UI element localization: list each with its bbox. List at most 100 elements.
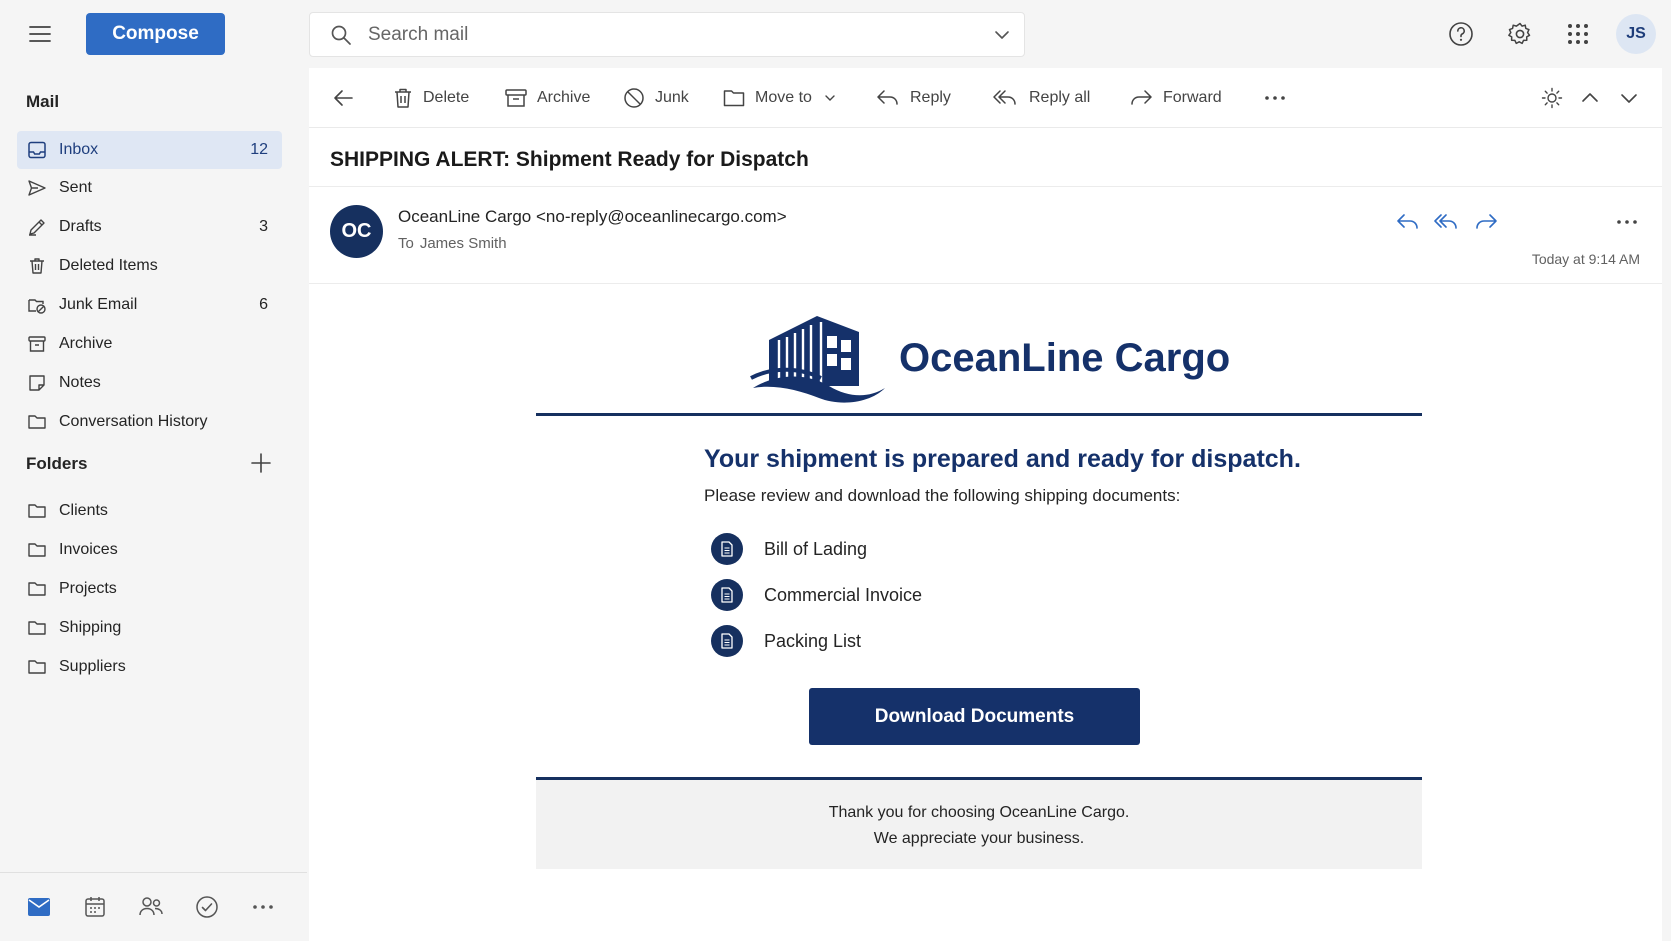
block-icon — [624, 88, 644, 108]
sidebar-folder-shipping[interactable]: Shipping — [17, 609, 282, 647]
send-icon — [28, 180, 46, 196]
folder-icon — [723, 90, 745, 107]
junk-count: 6 — [259, 296, 268, 313]
document-link-packing-list[interactable]: Packing List — [711, 624, 861, 658]
sidebar-item-label: Junk Email — [59, 296, 138, 313]
sidebar-item-label: Sent — [59, 179, 92, 196]
top-bar: Compose JS — [0, 0, 1671, 68]
footer-thanks: Thank you for choosing OceanLine Cargo. — [828, 804, 1130, 821]
sidebar-item-deleted-items[interactable]: Deleted Items — [17, 247, 282, 285]
move-to-button[interactable]: Move to — [723, 82, 836, 114]
user-avatar[interactable]: JS — [1616, 14, 1656, 54]
back-button[interactable] — [332, 82, 354, 114]
sidebar-folder-invoices[interactable]: Invoices — [17, 531, 282, 569]
folder-label: Projects — [59, 580, 117, 597]
archive-label: Archive — [537, 89, 591, 106]
document-link-commercial-invoice[interactable]: Commercial Invoice — [711, 578, 922, 612]
sidebar-item-sent[interactable]: Sent — [17, 169, 282, 207]
recipient-name[interactable]: James Smith — [420, 235, 507, 252]
mail-heading: Mail — [26, 92, 60, 111]
forward-icon — [1131, 90, 1152, 105]
folder-label: Suppliers — [59, 658, 126, 675]
arrow-left-icon — [334, 90, 353, 106]
pencil-icon — [29, 219, 45, 236]
menu-icon[interactable] — [22, 20, 58, 48]
search-icon — [330, 24, 352, 46]
sender-avatar: OC — [330, 205, 383, 258]
folder-label: Invoices — [59, 541, 118, 558]
sidebar-item-notes[interactable]: Notes — [17, 364, 282, 402]
junk-button[interactable]: Junk — [623, 82, 689, 114]
sidebar-item-conversation-history[interactable]: Conversation History — [17, 403, 282, 441]
sidebar-item-inbox[interactable]: Inbox 12 — [17, 131, 282, 169]
reply-icon[interactable] — [1395, 209, 1421, 235]
reply-all-button[interactable]: Reply all — [993, 82, 1090, 114]
folder-icon — [28, 621, 46, 635]
move-to-label: Move to — [755, 89, 812, 106]
chevron-down-icon — [825, 95, 835, 101]
header-rule — [536, 413, 1422, 416]
sidebar-item-archive[interactable]: Archive — [17, 325, 282, 363]
sidebar-item-label: Inbox — [59, 141, 99, 158]
document-label: Commercial Invoice — [764, 584, 923, 605]
sidebar-item-label: Deleted Items — [59, 257, 158, 274]
calendar-icon[interactable] — [81, 893, 109, 921]
sidebar-item-drafts[interactable]: Drafts 3 — [17, 208, 282, 246]
sidebar-folder-clients[interactable]: Clients — [17, 492, 282, 530]
delete-label: Delete — [423, 89, 470, 106]
help-icon[interactable] — [1446, 19, 1476, 49]
reply-button[interactable]: Reply — [876, 82, 951, 114]
bottom-app-bar — [0, 872, 307, 941]
chevron-down-icon[interactable] — [994, 27, 1010, 43]
gear-icon[interactable] — [1505, 19, 1535, 49]
reply-all-icon[interactable] — [1434, 209, 1460, 235]
message-timestamp: Today at 9:14 AM — [1531, 251, 1640, 267]
document-label: Packing List — [764, 630, 862, 651]
chevron-down-icon[interactable] — [1620, 82, 1638, 114]
document-icon — [711, 579, 743, 611]
forward-icon[interactable] — [1473, 209, 1499, 235]
forward-label: Forward — [1163, 89, 1222, 106]
reply-label: Reply — [910, 89, 951, 106]
reply-all-label: Reply all — [1029, 89, 1091, 106]
mail-icon[interactable] — [25, 893, 53, 921]
sidebar-item-label: Notes — [59, 374, 101, 391]
search-input[interactable] — [368, 21, 968, 49]
delete-button[interactable]: Delete — [393, 82, 469, 114]
sidebar-folder-suppliers[interactable]: Suppliers — [17, 648, 282, 686]
archive-button[interactable]: Archive — [505, 82, 590, 114]
people-icon[interactable] — [137, 893, 165, 921]
to-prefix: To — [398, 235, 414, 252]
email-intro: Please review and download the following… — [704, 486, 1181, 505]
sidebar-item-label: Archive — [59, 335, 113, 352]
email-footer: Thank you for choosing OceanLine Cargo. … — [536, 777, 1422, 869]
folder-icon — [28, 415, 46, 429]
more-options-icon[interactable] — [1614, 209, 1640, 235]
chevron-up-icon[interactable] — [1581, 82, 1599, 114]
more-apps-icon[interactable] — [249, 893, 277, 921]
trash-icon — [30, 258, 44, 274]
compose-button[interactable]: Compose — [86, 13, 225, 55]
archive-icon — [505, 89, 527, 107]
forward-button[interactable]: Forward — [1129, 82, 1222, 114]
sidebar: Mail Inbox 12 Sent Drafts 3 Deleted Item… — [0, 68, 307, 941]
document-link-bill-of-lading[interactable]: Bill of Lading — [711, 532, 867, 566]
sun-icon[interactable] — [1541, 82, 1563, 114]
recipient-line: To James Smith — [398, 235, 507, 252]
sidebar-folder-projects[interactable]: Projects — [17, 570, 282, 608]
search-box[interactable] — [309, 12, 1025, 57]
more-actions-icon[interactable] — [1264, 82, 1286, 114]
document-label: Bill of Lading — [764, 538, 868, 559]
document-icon — [711, 625, 743, 657]
download-documents-button[interactable]: Download Documents — [809, 688, 1140, 745]
brand-name: OceanLine Cargo — [899, 336, 1231, 380]
sender-address[interactable]: OceanLine Cargo <no-reply@oceanlinecargo… — [398, 207, 787, 227]
apps-grid-icon[interactable] — [1563, 19, 1593, 49]
sidebar-item-label: Drafts — [59, 218, 102, 235]
junk-label: Junk — [655, 89, 689, 106]
add-folder-icon[interactable] — [249, 451, 273, 475]
sidebar-item-junk-email[interactable]: Junk Email 6 — [17, 286, 282, 324]
folder-icon — [28, 504, 46, 518]
document-icon — [711, 533, 743, 565]
todo-check-icon[interactable] — [193, 893, 221, 921]
